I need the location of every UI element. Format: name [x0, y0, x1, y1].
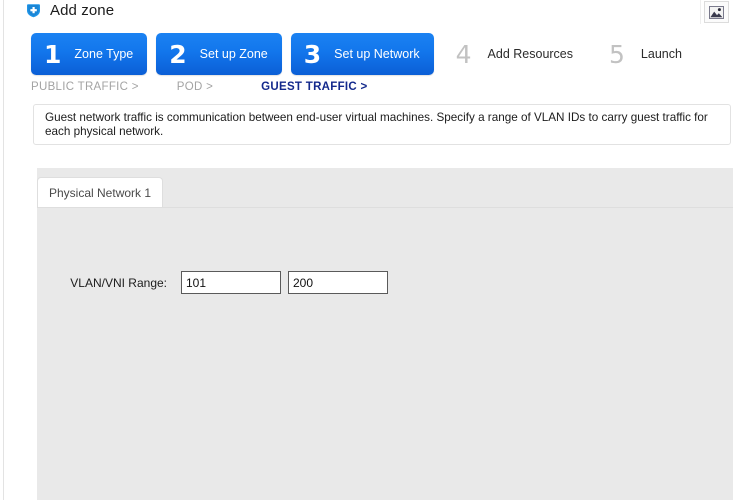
window-left-border	[3, 0, 4, 500]
physical-network-tabs: Physical Network 1	[37, 177, 164, 207]
breadcrumb-item-pod[interactable]: POD >	[177, 81, 213, 93]
network-config-panel: VLAN/VNI Range:	[37, 168, 733, 500]
wizard-step-5-number: 5	[609, 39, 625, 69]
wizard-step-3[interactable]: 3 Set up Network	[290, 33, 434, 75]
description-box: Guest network traffic is communication b…	[33, 104, 731, 145]
wizard-step-2[interactable]: 2 Set up Zone	[156, 33, 282, 75]
tab-physical-network-1-label: Physical Network 1	[49, 185, 152, 200]
page-title: Add zone	[50, 2, 115, 19]
wizard-step-2-number: 2	[169, 39, 187, 69]
wizard-step-3-number: 3	[303, 39, 322, 69]
header-panel-divider	[700, 0, 701, 24]
add-zone-shield-icon	[25, 2, 42, 19]
breadcrumb-item-guest-traffic[interactable]: GUEST TRAFFIC >	[261, 81, 367, 93]
wizard-step-3-label: Set up Network	[334, 46, 420, 61]
wizard-step-2-label: Set up Zone	[199, 46, 268, 61]
tab-physical-network-1[interactable]: Physical Network 1	[37, 177, 164, 207]
window-header: Add zone	[0, 0, 733, 24]
wizard-step-4: 4 Add Resources	[443, 33, 587, 75]
wizard-step-4-number: 4	[455, 39, 472, 69]
network-config-panel-body: VLAN/VNI Range:	[37, 207, 733, 500]
wizard-steps: 1 Zone Type 2 Set up Zone 3 Set up Netwo…	[31, 33, 705, 75]
wizard-step-4-label: Add Resources	[487, 46, 574, 61]
wizard-step-1-label: Zone Type	[74, 46, 134, 61]
vlan-range-end-input[interactable]	[288, 271, 388, 294]
wizard-step-1[interactable]: 1 Zone Type	[31, 33, 148, 75]
vlan-range-label: VLAN/VNI Range:	[70, 275, 167, 290]
add-zone-window: Add zone 1 Zone Type 2 Set up Zone 3 Set…	[0, 0, 733, 500]
vlan-range-start-input[interactable]	[181, 271, 281, 294]
vlan-range-row: VLAN/VNI Range:	[57, 271, 388, 294]
image-placeholder-icon[interactable]	[704, 1, 729, 23]
wizard-step-1-number: 1	[44, 39, 62, 69]
description-text: Guest network traffic is communication b…	[45, 111, 708, 138]
wizard-step-5-label: Launch	[640, 46, 682, 61]
wizard-step-5: 5 Launch	[596, 33, 696, 75]
breadcrumb: PUBLIC TRAFFIC > POD > GUEST TRAFFIC >	[31, 81, 368, 93]
breadcrumb-item-public-traffic[interactable]: PUBLIC TRAFFIC >	[31, 81, 139, 93]
